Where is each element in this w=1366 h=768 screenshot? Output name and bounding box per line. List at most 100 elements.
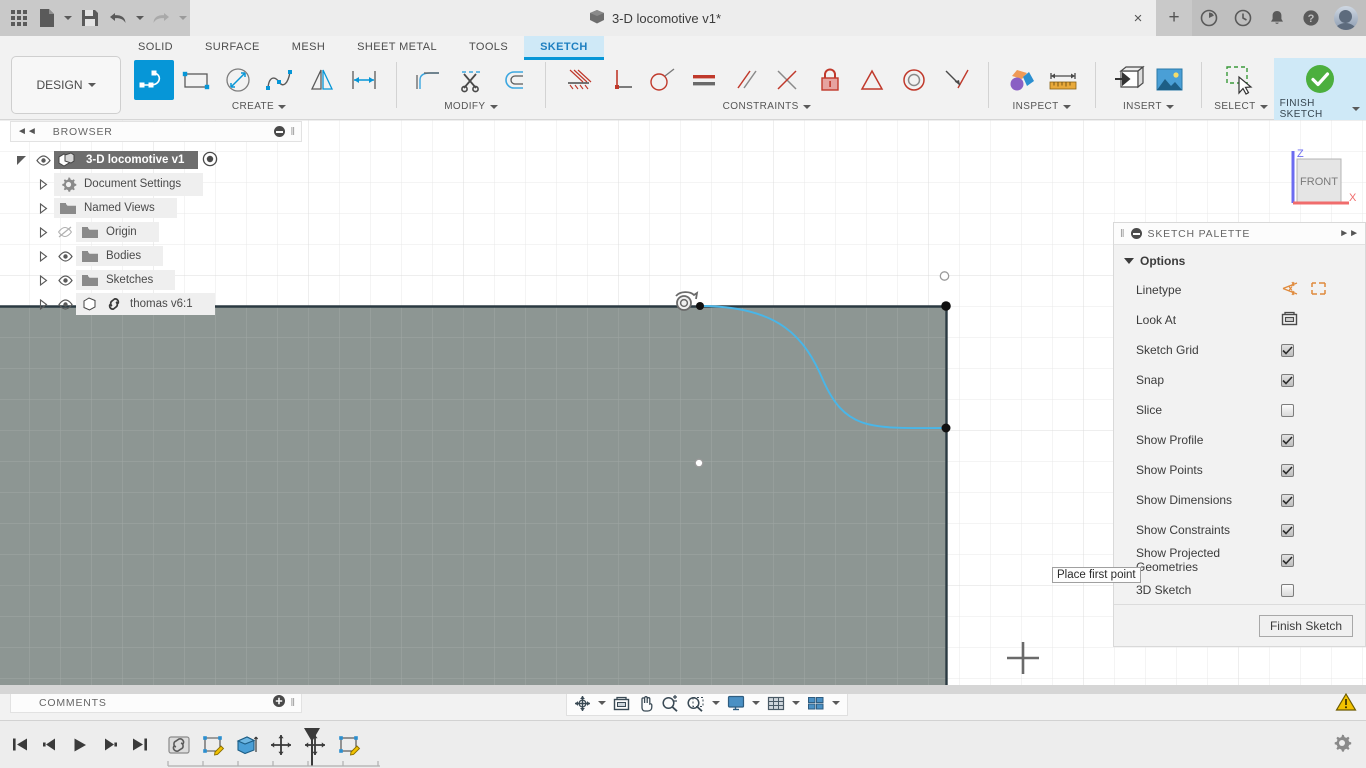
job-status-icon[interactable]: [1192, 0, 1226, 36]
collapse-left-icon[interactable]: ◄◄: [17, 126, 37, 137]
horizontal-vertical-constraint[interactable]: [558, 60, 598, 100]
visibility-eye-icon[interactable]: [54, 250, 76, 262]
tree-node-root[interactable]: 3-D locomotive v1: [10, 148, 302, 172]
sketch-grid-checkbox[interactable]: [1281, 343, 1294, 357]
fillet-tool[interactable]: [409, 60, 449, 100]
expander-closed-icon[interactable]: [32, 202, 54, 214]
tab-solid[interactable]: SOLID: [122, 36, 189, 57]
options-section-header[interactable]: Options: [1114, 253, 1365, 275]
slice-checkbox[interactable]: [1281, 403, 1294, 417]
show-constraints-checkbox[interactable]: [1281, 523, 1294, 537]
timeline-item-link-feature[interactable]: [166, 732, 192, 758]
panel-insert-label[interactable]: INSERT: [1123, 101, 1174, 112]
grid-dropdown-icon[interactable]: [789, 692, 803, 714]
add-comment-icon[interactable]: [273, 695, 286, 710]
expander-closed-icon[interactable]: [32, 178, 54, 190]
timeline-item-move-feature-1[interactable]: [268, 732, 294, 758]
spline-tool[interactable]: [260, 60, 300, 100]
tree-node-origin[interactable]: Origin: [10, 220, 302, 244]
panel-create-label[interactable]: CREATE: [232, 101, 287, 112]
mirror-tool[interactable]: [302, 60, 342, 100]
visibility-eye-icon[interactable]: [54, 274, 76, 286]
undo-icon[interactable]: [105, 3, 131, 33]
look-at-icon[interactable]: [610, 692, 633, 714]
panel-select-label[interactable]: SELECT: [1214, 101, 1268, 112]
close-document-button[interactable]: ×: [1120, 0, 1156, 36]
visibility-eye-icon[interactable]: [54, 298, 76, 310]
document-tab[interactable]: 3-D locomotive v1*: [190, 0, 1120, 36]
tab-surface[interactable]: SURFACE: [189, 36, 276, 57]
show-points-checkbox[interactable]: [1281, 463, 1294, 477]
parallel-constraint[interactable]: [726, 60, 766, 100]
visibility-eye-hidden-icon[interactable]: [54, 226, 76, 238]
undo-dropdown[interactable]: [133, 3, 147, 33]
step-back-button[interactable]: [40, 735, 60, 755]
finish-sketch-check-icon[interactable]: [1300, 59, 1340, 99]
new-tab-button[interactable]: +: [1156, 0, 1192, 36]
sketch-dimension-tool[interactable]: [344, 60, 384, 100]
construction-line-icon[interactable]: [1281, 280, 1300, 300]
warning-triangle-icon[interactable]: [1335, 692, 1357, 715]
display-settings-icon[interactable]: [724, 692, 748, 714]
panel-finish-sketch-label[interactable]: FINISH SKETCH: [1280, 98, 1360, 120]
line-tool[interactable]: [134, 60, 174, 100]
show-projected-geometries-checkbox[interactable]: [1281, 553, 1294, 567]
measure-tool[interactable]: [1043, 60, 1083, 100]
tab-sketch[interactable]: SKETCH: [524, 36, 604, 60]
zoom-icon[interactable]: [658, 692, 682, 714]
timeline-settings-gear[interactable]: [1332, 733, 1352, 756]
palette-collapse-button[interactable]: [1130, 228, 1142, 239]
tab-mesh[interactable]: MESH: [276, 36, 341, 57]
collapse-right-icon[interactable]: ►►: [1339, 228, 1359, 239]
concentric-constraint[interactable]: [894, 60, 934, 100]
circle-tool[interactable]: [218, 60, 258, 100]
workspace-switcher-button[interactable]: DESIGN: [11, 56, 121, 114]
notifications-icon[interactable]: [1260, 0, 1294, 36]
rectangle-tool[interactable]: [176, 60, 216, 100]
pan-icon[interactable]: [634, 692, 657, 714]
midpoint-constraint[interactable]: [852, 60, 892, 100]
finish-sketch-button[interactable]: Finish Sketch: [1258, 614, 1353, 637]
redo-icon[interactable]: [148, 3, 174, 33]
user-avatar[interactable]: [1334, 6, 1358, 30]
palette-resize-grip[interactable]: ‖: [1120, 228, 1125, 240]
insert-derive-tool[interactable]: [1107, 60, 1147, 100]
tree-node-thomas[interactable]: thomas v6:1: [10, 292, 302, 316]
tab-tools[interactable]: TOOLS: [453, 36, 524, 57]
panel-inspect-label[interactable]: INSPECT: [1013, 101, 1071, 112]
trim-tool[interactable]: [451, 60, 491, 100]
play-button[interactable]: [70, 735, 90, 755]
new-document-dropdown[interactable]: [62, 3, 76, 33]
expander-closed-icon[interactable]: [32, 274, 54, 286]
tree-node-named-views[interactable]: Named Views: [10, 196, 302, 220]
offset-tool[interactable]: [493, 60, 533, 100]
viewports-icon[interactable]: [804, 692, 828, 714]
recent-icon[interactable]: [1226, 0, 1260, 36]
coincident-constraint[interactable]: [768, 60, 808, 100]
app-grid-icon[interactable]: [6, 3, 32, 33]
zoom-dropdown-icon[interactable]: [709, 692, 723, 714]
browser-resize-grip[interactable]: ‖: [290, 126, 295, 138]
collinear-constraint[interactable]: [936, 60, 976, 100]
view-cube[interactable]: Z FRONT X: [1283, 145, 1363, 228]
tree-node-sketches[interactable]: Sketches: [10, 268, 302, 292]
jump-to-end-button[interactable]: [130, 735, 150, 755]
panel-finish-sketch[interactable]: FINISH SKETCH: [1273, 58, 1366, 120]
tree-node-document-settings[interactable]: Document Settings: [10, 172, 302, 196]
look-at-icon[interactable]: [1281, 311, 1298, 329]
tab-sheet-metal[interactable]: SHEET METAL: [341, 36, 453, 57]
orbit-icon[interactable]: [571, 692, 594, 714]
new-document-icon[interactable]: [34, 3, 60, 33]
visibility-eye-icon[interactable]: [32, 154, 54, 166]
orbit-dropdown-icon[interactable]: [595, 692, 609, 714]
grid-snap-icon[interactable]: [764, 692, 788, 714]
help-icon[interactable]: ?: [1294, 0, 1328, 36]
show-dimensions-checkbox[interactable]: [1281, 493, 1294, 507]
interference-tool[interactable]: [1001, 60, 1041, 100]
activate-component-radio[interactable]: [202, 151, 218, 170]
browser-collapse-button[interactable]: [274, 126, 286, 137]
expander-closed-icon[interactable]: [32, 250, 54, 262]
tangent-constraint[interactable]: [642, 60, 682, 100]
redo-dropdown[interactable]: [176, 3, 190, 33]
display-dropdown-icon[interactable]: [749, 692, 763, 714]
